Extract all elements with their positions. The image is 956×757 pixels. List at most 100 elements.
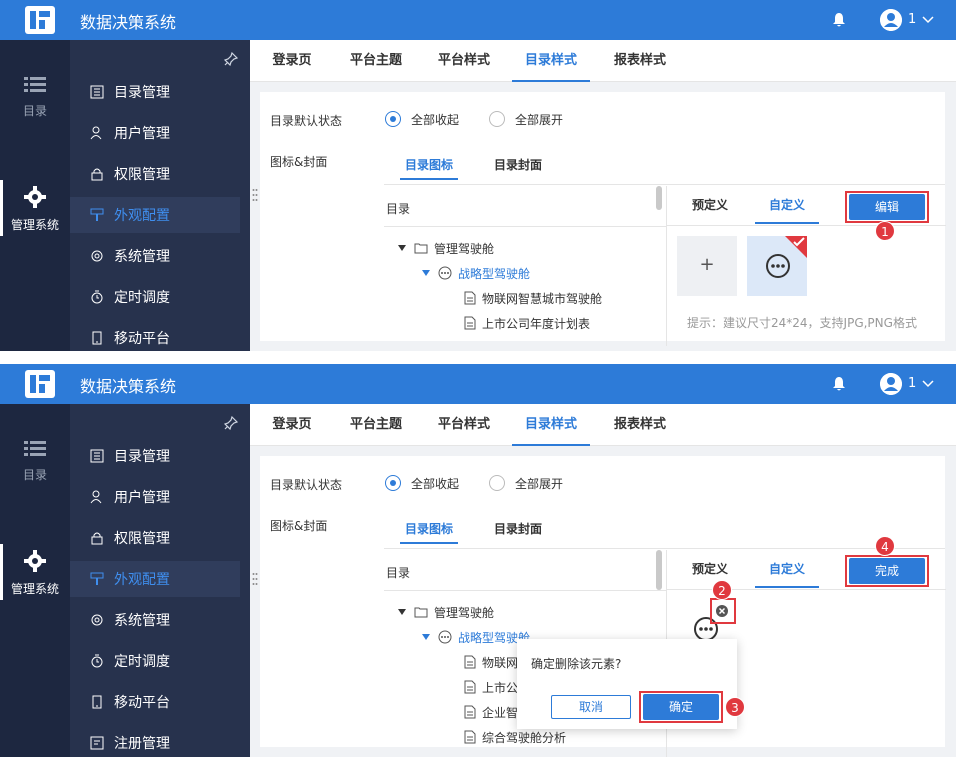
tab-predefined[interactable]: 预定义	[689, 186, 731, 224]
tree-node-group[interactable]: 战略型驾驶舱	[422, 263, 530, 283]
menu-item-mobile[interactable]: 移动平台	[70, 684, 240, 720]
tree-node-root[interactable]: 管理驾驶舱	[398, 602, 494, 622]
bell-icon[interactable]	[832, 376, 846, 392]
menu-item-system[interactable]: 系统管理	[70, 238, 240, 274]
tree-node-label: 战略型驾驶舱	[458, 266, 531, 281]
tree-leaf[interactable]: 物联网智慧城市驾驶舱	[464, 288, 602, 308]
tree-node-root[interactable]: 管理驾驶舱	[398, 238, 494, 258]
drag-handle-icon[interactable]	[252, 188, 258, 202]
menu-item-system[interactable]: 系统管理	[70, 602, 240, 638]
menu-item-label: 定时调度	[114, 654, 170, 670]
file-icon	[464, 316, 476, 330]
step-badge: 3	[725, 697, 745, 717]
config-tabs: 登录页 平台主题 平台样式 目录样式 报表样式	[250, 404, 956, 446]
config-tabs: 登录页 平台主题 平台样式 目录样式 报表样式	[250, 40, 956, 82]
tab-custom[interactable]: 自定义	[755, 550, 819, 588]
tree-node-group[interactable]: 战略型驾驶舱	[422, 627, 530, 647]
subtab-catalog-cover[interactable]: 目录封面	[486, 150, 550, 180]
menu-item-label: 用户管理	[114, 490, 170, 506]
bell-icon[interactable]	[832, 12, 846, 28]
divider	[384, 226, 666, 227]
settings-icon	[91, 614, 103, 626]
menu-item-permissions[interactable]: 权限管理	[70, 156, 240, 192]
sidebar-catalog[interactable]: 目录	[0, 440, 70, 483]
user-icon	[90, 490, 102, 504]
tree-scrollbar[interactable]	[656, 550, 662, 590]
tree-scrollbar[interactable]	[656, 186, 662, 210]
radio-collapse-all[interactable]	[385, 475, 401, 491]
menu-item-label: 移动平台	[114, 695, 170, 711]
menu-item-catalog[interactable]: 目录管理	[70, 74, 240, 110]
chevron-down-icon[interactable]	[921, 14, 935, 26]
tab-theme[interactable]: 平台主题	[344, 40, 408, 82]
menu-item-schedule[interactable]: 定时调度	[70, 279, 240, 315]
sidebar-admin-label: 管理系统	[10, 218, 59, 232]
cancel-button[interactable]: 取消	[551, 695, 631, 719]
menu-item-users[interactable]: 用户管理	[70, 115, 240, 151]
tree-leaf[interactable]: 综合驾驶舱分析	[464, 727, 566, 747]
subtab-catalog-icon[interactable]: 目录图标	[400, 514, 458, 544]
pin-icon[interactable]	[224, 52, 238, 66]
subtab-catalog-icon[interactable]: 目录图标	[400, 150, 458, 180]
tab-platform-style[interactable]: 平台样式	[432, 40, 496, 82]
tab-login[interactable]: 登录页	[265, 404, 319, 446]
menu-item-appearance[interactable]: 外观配置	[70, 561, 240, 597]
menu-item-users[interactable]: 用户管理	[70, 479, 240, 515]
tab-login[interactable]: 登录页	[265, 40, 319, 82]
user-name[interactable]: 1	[908, 376, 916, 391]
tree-leaf[interactable]: 企业智	[464, 702, 518, 722]
tab-report-style[interactable]: 报表样式	[608, 404, 672, 446]
sidebar-catalog-label: 目录	[22, 104, 47, 118]
menu-item-schedule[interactable]: 定时调度	[70, 643, 240, 679]
radio-collapse-label[interactable]: 全部收起	[411, 475, 459, 492]
lock-icon	[91, 168, 103, 181]
more-circle-icon	[438, 630, 452, 644]
pin-icon[interactable]	[224, 416, 238, 430]
tree-leaf[interactable]: 上市公	[464, 677, 518, 697]
menu-item-label: 系统管理	[114, 613, 170, 629]
tree-leaf-label: 物联网智慧城市驾驶舱	[482, 291, 603, 306]
tab-theme[interactable]: 平台主题	[344, 404, 408, 446]
sidebar-catalog[interactable]: 目录	[0, 76, 70, 119]
tab-custom[interactable]: 自定义	[755, 186, 819, 224]
app-logo	[25, 6, 55, 34]
sidebar-admin[interactable]: 管理系统	[0, 550, 70, 597]
register-icon	[90, 736, 104, 750]
menu-item-label: 权限管理	[114, 167, 170, 183]
sidebar-admin[interactable]: 管理系统	[0, 186, 70, 233]
chevron-down-icon[interactable]	[921, 378, 935, 390]
custom-icon-tile[interactable]	[747, 236, 807, 296]
tree-leaf[interactable]: 上市公司年度计划表	[464, 313, 590, 333]
tree-leaf[interactable]: 物联网	[464, 652, 518, 672]
tree-node-label: 管理驾驶舱	[434, 241, 495, 256]
user-name[interactable]: 1	[908, 12, 916, 27]
add-icon-tile[interactable]: +	[677, 236, 737, 296]
radio-collapse-label[interactable]: 全部收起	[411, 111, 459, 128]
gear-icon	[24, 550, 46, 572]
user-icon	[90, 126, 102, 140]
menu-item-label: 权限管理	[114, 531, 170, 547]
avatar-icon[interactable]	[880, 9, 902, 31]
tab-platform-style[interactable]: 平台样式	[432, 404, 496, 446]
step-badge: 1	[875, 221, 895, 241]
menu-item-catalog[interactable]: 目录管理	[70, 438, 240, 474]
subtab-catalog-cover[interactable]: 目录封面	[486, 514, 550, 544]
menu-item-mobile[interactable]: 移动平台	[70, 320, 240, 351]
tab-report-style[interactable]: 报表样式	[608, 40, 672, 82]
step-badge: 2	[712, 580, 732, 600]
avatar-icon[interactable]	[880, 373, 902, 395]
gear-icon	[24, 186, 46, 208]
drag-handle-icon[interactable]	[252, 572, 258, 586]
menu-item-registration[interactable]: 注册管理	[70, 725, 240, 757]
radio-expand-all[interactable]	[489, 475, 505, 491]
menu-item-permissions[interactable]: 权限管理	[70, 520, 240, 556]
radio-collapse-all[interactable]	[385, 111, 401, 127]
radio-expand-label[interactable]: 全部展开	[515, 111, 563, 128]
radio-expand-all[interactable]	[489, 111, 505, 127]
tab-catalog-style[interactable]: 目录样式	[512, 40, 590, 82]
menu-item-appearance[interactable]: 外观配置	[70, 197, 240, 233]
file-icon	[464, 655, 476, 669]
radio-expand-label[interactable]: 全部展开	[515, 475, 563, 492]
divider	[384, 184, 945, 185]
tab-catalog-style[interactable]: 目录样式	[512, 404, 590, 446]
